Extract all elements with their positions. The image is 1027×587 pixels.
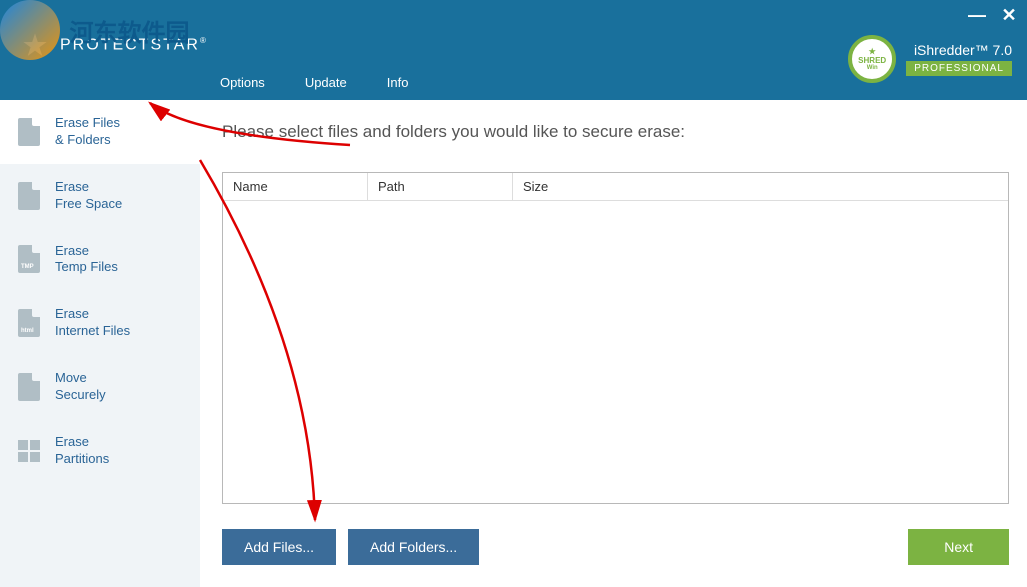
sidebar-item-free-space[interactable]: Erase Free Space: [0, 164, 200, 228]
main-content: Please select files and folders you woul…: [200, 100, 1027, 587]
file-icon: [15, 116, 43, 148]
sidebar-item-temp-files[interactable]: TMP Erase Temp Files: [0, 228, 200, 292]
star-icon: [20, 30, 50, 60]
sidebar-item-partitions[interactable]: Erase Partitions: [0, 419, 200, 483]
menu-bar: Options Update Info: [220, 75, 408, 90]
partition-icon: [15, 435, 43, 467]
add-files-button[interactable]: Add Files...: [222, 529, 336, 565]
title-bar: PROTECTSTAR® — ✕ ★ SHRED Win iShredder™ …: [0, 0, 1027, 100]
shred-seal-icon: ★ SHRED Win: [848, 35, 896, 83]
sidebar-item-erase-files[interactable]: Erase Files & Folders: [0, 100, 200, 164]
menu-options[interactable]: Options: [220, 75, 265, 90]
sidebar-item-label: Move Securely: [55, 370, 106, 404]
column-header-name[interactable]: Name: [223, 173, 368, 201]
sidebar: Erase Files & Folders Erase Free Space T…: [0, 100, 200, 587]
column-header-path[interactable]: Path: [368, 173, 513, 201]
file-icon: [15, 371, 43, 403]
sidebar-item-label: Erase Temp Files: [55, 243, 118, 277]
file-table: Name Path Size: [222, 172, 1009, 504]
product-badge: ★ SHRED Win iShredder™ 7.0 PROFESSIONAL: [848, 35, 1012, 83]
sidebar-item-move-securely[interactable]: Move Securely: [0, 355, 200, 419]
menu-update[interactable]: Update: [305, 75, 347, 90]
column-header-size[interactable]: Size: [513, 173, 1008, 201]
file-html-icon: html: [15, 307, 43, 339]
close-button[interactable]: ✕: [999, 5, 1019, 26]
brand-logo: PROTECTSTAR®: [0, 0, 208, 60]
file-tmp-icon: TMP: [15, 243, 43, 275]
minimize-button[interactable]: —: [967, 5, 987, 26]
sidebar-item-label: Erase Partitions: [55, 434, 109, 468]
sidebar-item-label: Erase Internet Files: [55, 306, 130, 340]
sidebar-item-label: Erase Free Space: [55, 179, 122, 213]
brand-name: PROTECTSTAR®: [60, 36, 208, 54]
sidebar-item-internet-files[interactable]: html Erase Internet Files: [0, 291, 200, 355]
add-folders-button[interactable]: Add Folders...: [348, 529, 479, 565]
page-heading: Please select files and folders you woul…: [222, 122, 1009, 142]
sidebar-item-label: Erase Files & Folders: [55, 115, 120, 149]
next-button[interactable]: Next: [908, 529, 1009, 565]
file-icon: [15, 180, 43, 212]
product-edition: PROFESSIONAL: [906, 61, 1012, 76]
menu-info[interactable]: Info: [387, 75, 409, 90]
product-name: iShredder™ 7.0: [906, 42, 1012, 58]
